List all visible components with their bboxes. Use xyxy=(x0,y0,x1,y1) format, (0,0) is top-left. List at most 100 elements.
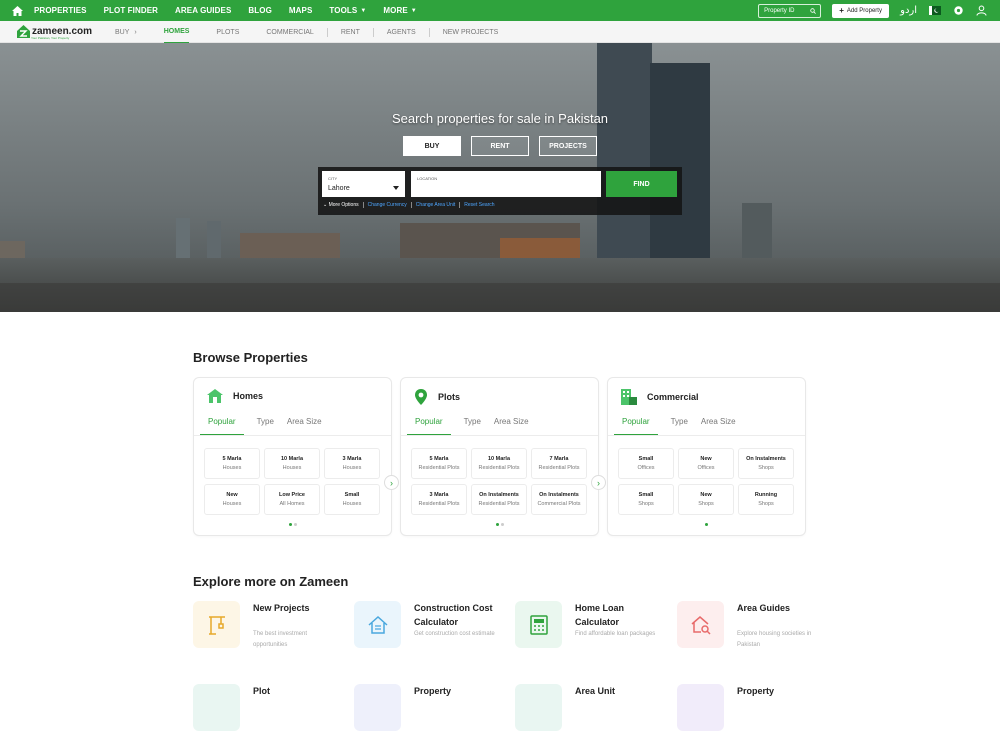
pakistan-flag-icon[interactable] xyxy=(929,5,941,17)
browse-option[interactable]: Low Price All Homes xyxy=(264,484,320,515)
explore-property[interactable]: Property xyxy=(354,684,504,739)
nav-area-guides[interactable]: AREA GUIDES xyxy=(175,6,231,15)
tab-buy[interactable]: BUY xyxy=(403,136,461,156)
subnav-new-projects[interactable]: NEW PROJECTS xyxy=(443,29,499,36)
search-icon[interactable] xyxy=(810,7,816,14)
urdu-language-toggle[interactable]: اردو xyxy=(900,5,917,16)
option-sublabel: Shops xyxy=(758,464,774,471)
chevron-right-icon[interactable]: › xyxy=(591,475,606,490)
home-icon[interactable] xyxy=(0,0,34,21)
explore-plot[interactable]: Plot xyxy=(193,684,343,739)
explore-area-guides[interactable]: Area Guides Explore housing societies in… xyxy=(677,601,827,656)
property-id-search[interactable]: Property ID xyxy=(758,3,822,18)
option-label: New xyxy=(700,491,712,498)
divider xyxy=(459,202,461,208)
user-icon[interactable] xyxy=(975,5,987,17)
nav-blog[interactable]: BLOG xyxy=(248,6,272,15)
tab-area-size[interactable]: Area Size xyxy=(287,417,322,435)
subnav-rent[interactable]: RENT xyxy=(341,29,360,36)
tab-projects[interactable]: PROJECTS xyxy=(539,136,597,156)
carousel-dot[interactable] xyxy=(705,523,708,526)
subnav-buy[interactable]: BUY › xyxy=(115,29,137,36)
location-input[interactable]: LOCATION xyxy=(411,171,601,197)
browse-option[interactable]: 3 Marla Residential Plots xyxy=(411,484,467,515)
option-sublabel: Houses xyxy=(282,464,302,471)
option-sublabel: Houses xyxy=(342,464,362,471)
find-button[interactable]: FIND xyxy=(606,171,677,197)
nav-properties[interactable]: PROPERTIES xyxy=(34,6,87,15)
reset-search-link[interactable]: Reset Search xyxy=(464,202,494,208)
explore-new-projects[interactable]: New Projects The best investment opportu… xyxy=(193,601,343,656)
browse-option[interactable]: 5 Marla Houses xyxy=(204,448,260,479)
chevron-down-icon xyxy=(393,186,399,190)
tab-popular[interactable]: Popular xyxy=(200,417,244,435)
add-property-label: Add Property xyxy=(846,7,882,14)
tab-type[interactable]: Type xyxy=(464,417,481,435)
carousel-dot[interactable] xyxy=(288,523,292,526)
more-options-toggle[interactable]: ⌄ More Options xyxy=(323,202,359,208)
nav-tools[interactable]: TOOLS ▼ xyxy=(329,6,366,15)
property-id-placeholder: Property ID xyxy=(764,7,795,14)
gear-icon[interactable] xyxy=(952,5,964,17)
browse-option[interactable]: New Shops xyxy=(678,484,734,515)
add-property-button[interactable]: + Add Property xyxy=(832,3,890,18)
tab-area-size[interactable]: Area Size xyxy=(701,417,736,435)
tab-rent[interactable]: RENT xyxy=(471,136,529,156)
option-sublabel: Residential Plots xyxy=(418,500,460,507)
tab-type[interactable]: Type xyxy=(257,417,274,435)
browse-option[interactable]: Small Shops xyxy=(618,484,674,515)
browse-option[interactable]: 5 Marla Residential Plots xyxy=(411,448,467,479)
subnav-agents[interactable]: AGENTS xyxy=(387,29,416,36)
nav-maps[interactable]: MAPS xyxy=(289,6,313,15)
house-calculator-icon xyxy=(354,601,401,648)
zameen-logo[interactable]: zameen.com Your Pakistan, Your Property xyxy=(17,25,93,40)
logo-tagline: Your Pakistan, Your Property xyxy=(31,36,70,40)
browse-option[interactable]: 10 Marla Houses xyxy=(264,448,320,479)
subnav-plots[interactable]: PLOTS xyxy=(216,29,239,36)
nav-plot-finder[interactable]: PLOT FINDER xyxy=(104,6,158,15)
change-area-unit-link[interactable]: Change Area Unit xyxy=(416,202,455,208)
hero-banner: Search properties for sale in Pakistan B… xyxy=(0,43,1000,312)
browse-option[interactable]: Running Shops xyxy=(738,484,794,515)
carousel-dot[interactable] xyxy=(500,523,504,526)
chevron-right-icon[interactable]: › xyxy=(384,475,399,490)
nav-more-label: MORE xyxy=(383,6,408,15)
tab-area-size[interactable]: Area Size xyxy=(494,417,529,435)
nav-more[interactable]: MORE ▼ xyxy=(383,6,416,15)
logo-text: zameen.com xyxy=(32,26,93,37)
tab-popular[interactable]: Popular xyxy=(407,417,451,435)
explore-construction-cost-calculator[interactable]: Construction Cost Calculator Get constru… xyxy=(354,601,504,656)
zameen-logo-icon xyxy=(17,25,30,38)
city-value: Lahore xyxy=(328,185,350,192)
explore-item-description: Get construction cost estimate xyxy=(414,631,495,637)
option-label: Low Price xyxy=(279,491,305,498)
browse-option[interactable]: 10 Marla Residential Plots xyxy=(471,448,527,479)
browse-option[interactable]: New Offices xyxy=(678,448,734,479)
browse-option[interactable]: On Instalments Commercial Plots xyxy=(531,484,587,515)
subnav-commercial[interactable]: COMMERCIAL xyxy=(266,29,313,36)
option-label: On Instalments xyxy=(539,491,579,498)
browse-option[interactable]: Small Offices xyxy=(618,448,674,479)
carousel-dot[interactable] xyxy=(293,523,297,526)
browse-option[interactable]: Small Houses xyxy=(324,484,380,515)
chevron-down-icon: ⌄ xyxy=(323,202,328,208)
explore-home-loan-calculator[interactable]: Home Loan Calculator Find affordable loa… xyxy=(515,601,665,656)
option-label: 10 Marla xyxy=(280,455,303,462)
browse-option[interactable]: 7 Marla Residential Plots xyxy=(531,448,587,479)
browse-option[interactable]: 3 Marla Houses xyxy=(324,448,380,479)
browse-option[interactable]: On Instalments Residential Plots xyxy=(471,484,527,515)
browse-option[interactable]: On Instalments Shops xyxy=(738,448,794,479)
city-select[interactable]: CITY Lahore xyxy=(322,171,405,197)
option-sublabel: Residential Plots xyxy=(478,500,520,507)
subnav-homes[interactable]: HOMES xyxy=(163,21,190,43)
carousel-dot[interactable] xyxy=(495,523,499,526)
change-currency-link[interactable]: Change Currency xyxy=(368,202,407,208)
browse-option[interactable]: New Houses xyxy=(204,484,260,515)
divider xyxy=(401,435,598,436)
tab-type[interactable]: Type xyxy=(671,417,688,435)
explore-item-title: New Projects xyxy=(253,603,310,613)
explore-property-2[interactable]: Property xyxy=(677,684,827,739)
explore-area-unit[interactable]: Area Unit xyxy=(515,684,665,739)
tab-popular[interactable]: Popular xyxy=(614,417,658,435)
building-icon xyxy=(621,389,637,405)
